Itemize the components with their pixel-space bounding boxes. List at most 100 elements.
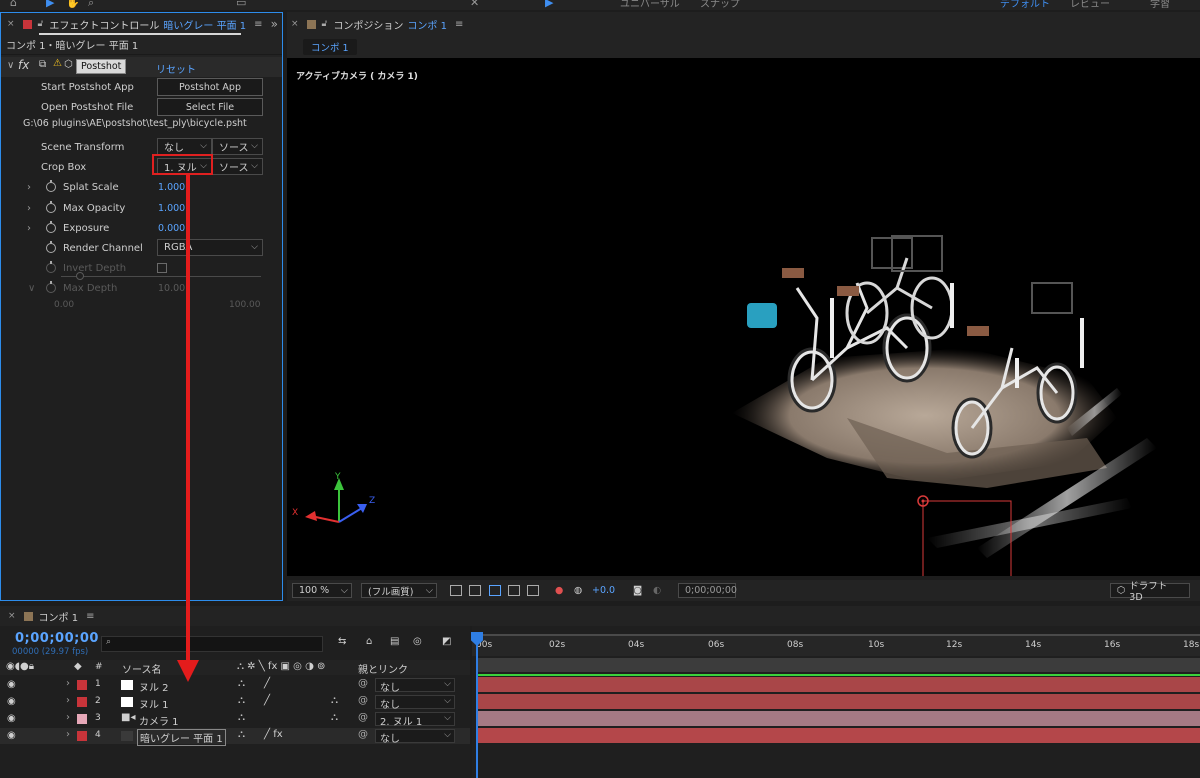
stopwatch-icon[interactable] (46, 201, 56, 213)
effect-controls-tab[interactable]: × 🔓︎ エフェクトコントロール 暗いグレー 平面 1 ≡ » (1, 13, 282, 35)
snapshot-icon[interactable]: ◙ (633, 583, 642, 598)
eye-icon[interactable]: ◉ (7, 679, 16, 690)
splat-scale-value[interactable]: 1.000 (158, 182, 185, 193)
fx-switch-icon[interactable]: ╱ fx (264, 729, 283, 740)
parent-dropdown[interactable]: なし ⌵ (375, 695, 455, 711)
mask-visibility-icon[interactable] (508, 583, 520, 598)
close-icon[interactable]: × (8, 611, 16, 621)
crop-box-source-dropdown[interactable]: ソース ⌵ (212, 158, 263, 175)
selection-tool-icon[interactable]: ▶ (46, 0, 54, 9)
select-file-button[interactable]: Select File (157, 98, 263, 116)
invert-depth-checkbox[interactable] (157, 263, 167, 273)
panel-overflow-icon[interactable]: » (271, 17, 278, 31)
panel-menu-icon[interactable]: ≡ (455, 19, 463, 30)
frame-blending-icon[interactable]: ▤ (390, 636, 399, 647)
parent-dropdown[interactable]: 2. ヌル 1 ⌵ (375, 712, 455, 728)
scene-transform-dropdown[interactable]: なし ⌵ (157, 138, 212, 155)
parent-dropdown[interactable]: なし ⌵ (375, 729, 455, 745)
workspace-learn[interactable]: 学習 (1150, 0, 1170, 10)
composition-tab[interactable]: × 🔓︎ コンポジション コンポ 1 ≡ (287, 12, 1200, 36)
shy-switch-icon[interactable]: ⛬ (238, 729, 245, 740)
stopwatch-icon[interactable] (46, 241, 56, 253)
comp-subtab[interactable]: コンポ 1 (303, 39, 357, 55)
motion-blur-icon[interactable]: ◎ (413, 636, 422, 647)
layer-search-input[interactable]: ⌕ (101, 636, 323, 652)
collapse-icon[interactable]: ∨ (28, 283, 35, 294)
layer-row[interactable]: ◉ › 3 ■◂ カメラ 1 ⛬ ⛬ @ 2. ヌル 1 ⌵ (0, 711, 470, 728)
label-color-swatch[interactable] (77, 697, 87, 707)
show-snapshot-icon[interactable]: ◐ (653, 583, 661, 598)
pickwhip-icon[interactable]: @ (358, 712, 368, 723)
layer-name[interactable]: カメラ 1 (139, 713, 179, 728)
shy-layers-icon[interactable]: ⌂ (366, 636, 372, 647)
layer-duration-bar[interactable] (478, 728, 1200, 743)
close-icon[interactable]: × (7, 19, 15, 29)
workspace-default[interactable]: デフォルト (1000, 0, 1050, 10)
eye-icon[interactable]: ◉ (7, 730, 16, 741)
scene-transform-source-dropdown[interactable]: ソース ⌵ (212, 138, 263, 155)
color-channel-icon[interactable]: ● (555, 583, 563, 598)
layer-row[interactable]: ◉ › 2 ヌル 1 ⛬ ╱ ⛬ @ なし ⌵ (0, 694, 470, 711)
color-management-icon[interactable]: ◍ (574, 583, 582, 598)
comp-flowchart-icon[interactable]: ⇆ (338, 636, 346, 647)
layer-duration-bar[interactable] (478, 677, 1200, 692)
parent-link-header[interactable]: 親とリンク (358, 661, 408, 676)
layer-name[interactable]: ヌル 2 (139, 679, 169, 694)
render-channel-dropdown[interactable]: RGBA ⌵ (157, 239, 263, 256)
layer-duration-bar[interactable] (478, 711, 1200, 726)
expand-triangle-icon[interactable]: › (27, 223, 31, 234)
hand-tool-icon[interactable]: ✋ (66, 0, 80, 9)
pickwhip-icon[interactable]: @ (358, 695, 368, 706)
layer-name[interactable]: ヌル 1 (139, 696, 169, 711)
timeline-timecode[interactable]: 0;00;00;00 (15, 631, 99, 646)
axis-tool-icon[interactable]: ✕ (470, 0, 479, 9)
transparency-grid-icon[interactable] (469, 583, 481, 598)
max-opacity-value[interactable]: 1.000 (158, 203, 185, 214)
expand-triangle-icon[interactable]: › (66, 729, 70, 740)
eye-icon[interactable]: ◉ (7, 696, 16, 707)
workspace-review[interactable]: レビュー (1070, 0, 1110, 10)
composition-viewer[interactable]: アクティブカメラ ( カメラ 1) Y X Z (287, 58, 1200, 576)
panel-menu-icon[interactable]: ≡ (86, 611, 94, 622)
close-icon[interactable]: × (291, 19, 299, 29)
effect-header-row[interactable]: ∨ fx ⧉ ⚠ ⬡ Postshot リセット (1, 57, 282, 77)
expand-triangle-icon[interactable]: › (27, 203, 31, 214)
quality-switch-icon[interactable]: ╱ (264, 678, 270, 689)
pickwhip-icon[interactable]: @ (358, 678, 368, 689)
exposure-value[interactable]: 0.000 (158, 223, 185, 234)
fast-preview-icon[interactable] (450, 583, 462, 598)
shy-switch-icon[interactable]: ⛬ (238, 712, 245, 723)
panel-menu-icon[interactable]: ≡ (254, 19, 262, 30)
home-icon[interactable]: ⌂ (10, 0, 17, 9)
lock-icon[interactable]: 🔓︎ (322, 19, 328, 29)
timeline-tab[interactable]: × コンポ 1 ≡ (0, 606, 1200, 626)
region-of-interest-icon[interactable] (489, 583, 501, 598)
max-depth-slider-knob[interactable] (76, 272, 84, 280)
eye-icon[interactable]: ◉ (7, 713, 16, 724)
label-color-swatch[interactable] (77, 714, 87, 724)
expand-triangle-icon[interactable]: › (66, 712, 70, 723)
collapse-icon[interactable]: ∨ (7, 60, 14, 71)
playhead-line[interactable] (476, 636, 478, 778)
3d-layer-icon[interactable]: ⛬ (331, 695, 338, 706)
zoom-dropdown[interactable]: 100 % ⌵ (292, 583, 352, 598)
expand-triangle-icon[interactable]: › (66, 678, 70, 689)
stopwatch-icon[interactable] (46, 180, 56, 192)
graph-editor-icon[interactable]: ◩ (442, 636, 451, 647)
snap-label[interactable]: スナップ (700, 0, 740, 10)
expand-triangle-icon[interactable]: › (66, 695, 70, 706)
label-color-swatch[interactable] (77, 731, 87, 741)
postshot-app-button[interactable]: Postshot App (157, 78, 263, 96)
shape-tool-icon[interactable]: ▭ (236, 0, 246, 9)
pickwhip-icon[interactable]: @ (358, 729, 368, 740)
quality-switch-icon[interactable]: ╱ (264, 695, 270, 706)
grid-guides-icon[interactable] (527, 583, 539, 598)
shy-switch-icon[interactable]: ⛬ (238, 695, 245, 706)
universal-label[interactable]: ユニバーサル (620, 0, 680, 10)
layer-row-selected[interactable]: ◉ › 4 暗いグレー 平面 1 ⛬ ╱ fx @ なし ⌵ (0, 728, 470, 746)
3d-layer-icon[interactable]: ⛬ (331, 712, 338, 723)
lock-icon[interactable]: 🔓︎ (38, 19, 44, 29)
parent-dropdown[interactable]: なし ⌵ (375, 678, 455, 694)
stopwatch-icon[interactable] (46, 221, 56, 233)
draft-3d-button[interactable]: ⬡ ドラフト 3D (1110, 581, 1190, 603)
